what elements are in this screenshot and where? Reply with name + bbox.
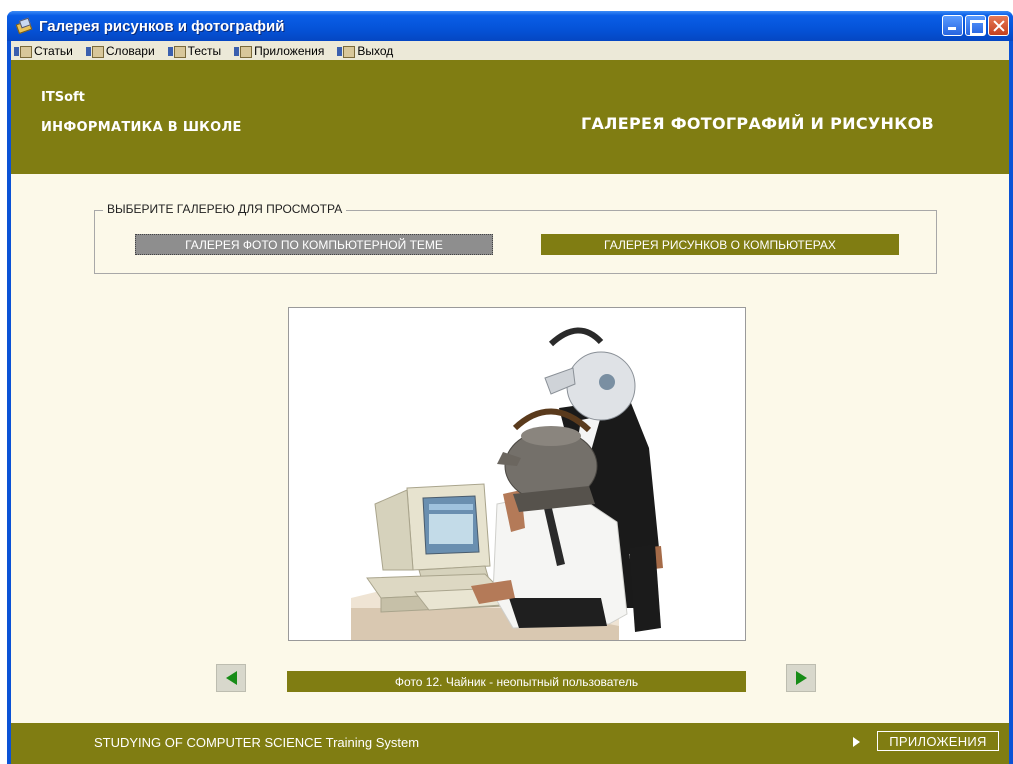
photo-gallery-button[interactable]: ГАЛЕРЕЯ ФОТО ПО КОМПЬЮТЕРНОЙ ТЕМЕ bbox=[135, 234, 493, 255]
menu-item-label: Выход bbox=[357, 43, 394, 58]
menu-book-icon bbox=[337, 45, 356, 58]
menu-book-icon bbox=[85, 45, 104, 58]
page-title: ГАЛЕРЕЯ ФОТОГРАФИЙ И РИСУНКОВ bbox=[581, 114, 934, 133]
footer-text: STUDYING OF COMPUTER SCIENCE Training Sy… bbox=[94, 735, 420, 750]
close-button[interactable] bbox=[988, 15, 1009, 36]
previous-photo-button[interactable] bbox=[216, 664, 246, 692]
minimize-button[interactable] bbox=[942, 15, 963, 36]
photo-illustration bbox=[351, 327, 663, 640]
menu-item-label: Словари bbox=[105, 43, 155, 58]
menu-book-icon bbox=[167, 45, 186, 58]
menu-bar: Статьи Словари Тесты Приложения Выход bbox=[11, 41, 1009, 60]
books-icon bbox=[15, 17, 33, 35]
maximize-button[interactable] bbox=[965, 15, 986, 36]
menu-item-exit[interactable]: Выход bbox=[337, 44, 393, 58]
title-bar[interactable]: Галерея рисунков и фотографий bbox=[7, 11, 1013, 41]
menu-item-label: Приложения bbox=[254, 43, 325, 58]
photo-caption: Фото 12. Чайник - неопытный пользователь bbox=[287, 671, 746, 692]
arrow-right-icon bbox=[795, 671, 807, 685]
menu-item-tests[interactable]: Тесты bbox=[167, 43, 222, 58]
next-photo-button[interactable] bbox=[786, 664, 816, 692]
menu-book-icon bbox=[234, 45, 253, 58]
app-window: Галерея рисунков и фотографий Статьи Сло… bbox=[7, 11, 1013, 764]
window-controls bbox=[942, 15, 1009, 36]
menu-item-dictionaries[interactable]: Словари bbox=[85, 43, 155, 58]
drawing-gallery-button[interactable]: ГАЛЕРЕЯ РИСУНКОВ О КОМПЬЮТЕРАХ bbox=[541, 234, 899, 255]
arrow-left-icon bbox=[225, 671, 237, 685]
brand-name: ITSoft bbox=[41, 90, 85, 105]
applications-button[interactable]: ПРИЛОЖЕНИЯ bbox=[877, 731, 999, 751]
menu-item-label: Статьи bbox=[34, 43, 73, 58]
footer-bar: STUDYING OF COMPUTER SCIENCE Training Sy… bbox=[11, 723, 1009, 764]
gallery-photo bbox=[288, 307, 746, 641]
brand-subtitle: ИНФОРМАТИКА В ШКОЛЕ bbox=[41, 120, 242, 135]
menu-item-articles[interactable]: Статьи bbox=[14, 44, 73, 58]
header-banner: ITSoft ИНФОРМАТИКА В ШКОЛЕ ГАЛЕРЕЯ ФОТОГ… bbox=[11, 60, 1009, 174]
client-area: Статьи Словари Тесты Приложения Выход IT… bbox=[11, 41, 1009, 764]
gallery-selector-group: ВЫБЕРИТЕ ГАЛЕРЕЮ ДЛЯ ПРОСМОТРА ГАЛЕРЕЯ Ф… bbox=[94, 202, 937, 274]
window-title: Галерея рисунков и фотографий bbox=[39, 17, 285, 35]
menu-item-applications[interactable]: Приложения bbox=[234, 44, 324, 58]
menu-book-icon bbox=[14, 45, 32, 58]
group-legend: ВЫБЕРИТЕ ГАЛЕРЕЮ ДЛЯ ПРОСМОТРА bbox=[103, 202, 347, 216]
triangle-right-icon bbox=[853, 737, 860, 747]
menu-item-label: Тесты bbox=[187, 43, 222, 58]
